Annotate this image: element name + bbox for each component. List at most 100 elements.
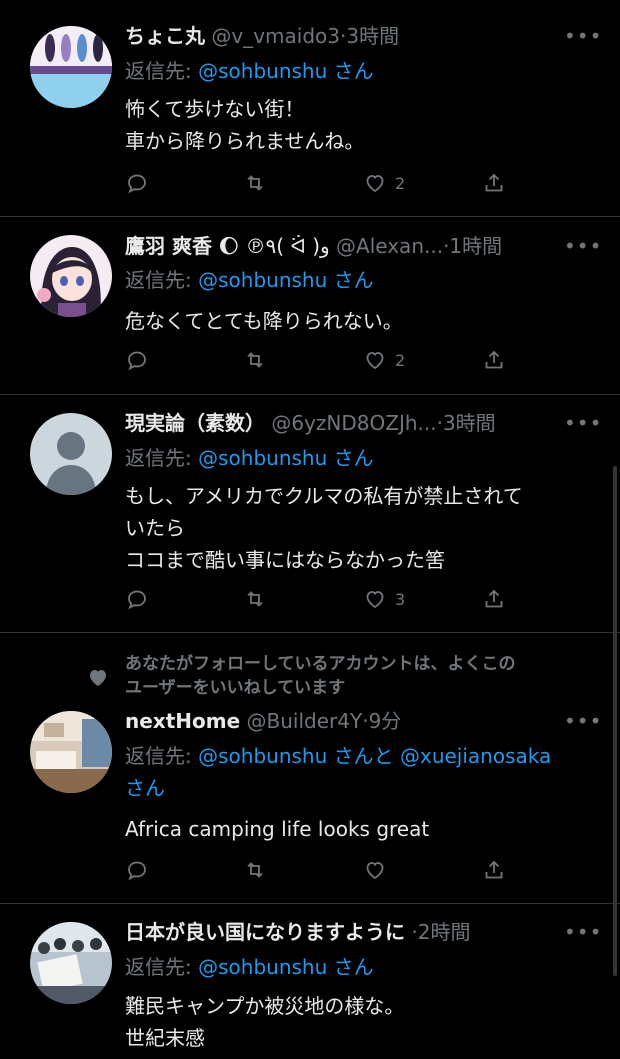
reply-button[interactable] <box>125 584 149 614</box>
display-name[interactable]: 現実論（素数） <box>125 411 265 435</box>
reply-suffix: さん <box>327 59 374 83</box>
retweet-button[interactable] <box>243 855 267 885</box>
like-button[interactable]: 2 <box>363 168 405 198</box>
timestamp[interactable]: 9分 <box>369 709 402 733</box>
timestamp[interactable]: 1時間 <box>449 234 502 258</box>
reply-button[interactable] <box>125 855 149 885</box>
like-count: 2 <box>395 350 406 370</box>
tweet-text: 怖くて歩けない街！ 車から降りられませんね。 <box>125 97 365 153</box>
user-handle[interactable]: @6yzND8OZJh... <box>271 411 436 435</box>
tweet-actions: 2 <box>125 168 525 198</box>
share-icon <box>485 173 503 192</box>
heart-outline-icon <box>366 175 384 193</box>
tweet-actions: 2 <box>125 345 525 375</box>
reply-suffix: さん <box>125 776 165 800</box>
protest-crowd-avatar-icon <box>30 922 112 1004</box>
tweet[interactable]: あなたがフォローしているアカウントは、よくこの ユーザーをいいねしています ne… <box>0 633 620 903</box>
reply-context: 返信先: @sohbunshu さん <box>125 264 590 296</box>
like-button[interactable] <box>363 855 395 885</box>
mention-link[interactable]: @sohbunshu <box>198 59 327 83</box>
reply-button[interactable] <box>125 168 149 198</box>
reply-icon <box>128 861 146 881</box>
user-handle[interactable]: @Alexan... <box>336 234 443 258</box>
reply-suffix: さん <box>327 446 374 470</box>
name-emoji-decoration: 🌔 ℗٩( ᐛ )و <box>218 234 330 258</box>
like-count: 2 <box>395 173 406 193</box>
display-name[interactable]: 鷹羽 爽香 <box>125 234 212 258</box>
retweet-button[interactable] <box>243 584 267 614</box>
interior-room-avatar-icon <box>30 711 112 793</box>
tweet-text: 危なくてとても降りられない。 <box>125 309 403 333</box>
timestamp[interactable]: 2時間 <box>418 920 471 944</box>
heart-outline-icon <box>366 591 384 609</box>
tweet[interactable]: 日本が良い国になりますように ·2時間 ••• 返信先: @sohbunshu … <box>0 904 620 1059</box>
retweet-button[interactable] <box>243 345 267 375</box>
like-count: 3 <box>395 589 406 609</box>
retweet-icon <box>247 175 263 191</box>
tweet-text: もし、アメリカでクルマの私有が禁止されて いたら ココまで酷い事にはならなかった… <box>125 484 523 572</box>
tweet-header: 現実論（素数） @6yzND8OZJh...·3時間 <box>125 409 570 437</box>
tweet[interactable]: ちょこ丸 @v_vmaido3·3時間 ••• 返信先: @sohbunshu … <box>0 0 620 216</box>
anime-girl-avatar-icon <box>30 235 112 317</box>
display-name[interactable]: ちょこ丸 <box>125 24 205 48</box>
share-button[interactable] <box>482 584 506 614</box>
reply-prefix: 返信先: <box>125 955 199 979</box>
share-button[interactable] <box>482 345 506 375</box>
reply-icon <box>128 590 146 610</box>
avatar[interactable] <box>30 413 112 495</box>
timestamp[interactable]: 3時間 <box>443 411 496 435</box>
fashion-illustration-avatar-icon <box>30 26 112 108</box>
tweet-header: 日本が良い国になりますように ·2時間 <box>125 918 570 946</box>
avatar[interactable] <box>30 26 112 108</box>
avatar[interactable] <box>30 922 112 1004</box>
scrollbar[interactable] <box>613 466 617 976</box>
mention-link[interactable]: @sohbunshu <box>198 955 327 979</box>
share-button[interactable] <box>482 168 506 198</box>
display-name[interactable]: nextHome <box>125 709 240 733</box>
display-name[interactable]: 日本が良い国になりますように <box>125 920 405 944</box>
more-options-button[interactable]: ••• <box>564 26 601 46</box>
user-handle[interactable]: @v_vmaido3 <box>211 24 340 48</box>
reply-prefix: 返信先: <box>125 446 199 470</box>
reply-prefix: 返信先: <box>125 59 199 83</box>
like-button[interactable]: 3 <box>363 584 405 614</box>
reply-prefix: 返信先: <box>125 268 199 292</box>
more-options-button[interactable]: ••• <box>564 236 601 256</box>
reply-context: 返信先: @sohbunshu さんと @xuejianosaka さん <box>125 740 590 804</box>
retweet-button[interactable] <box>243 168 267 198</box>
heart-outline-icon <box>366 862 384 880</box>
reply-button[interactable] <box>125 345 149 375</box>
user-handle[interactable]: @Builder4Y <box>247 709 363 733</box>
timestamp[interactable]: 3時間 <box>346 24 399 48</box>
share-button[interactable] <box>482 855 506 885</box>
tweet-actions <box>125 855 525 885</box>
retweet-icon <box>247 591 263 607</box>
heart-outline-icon <box>366 352 384 370</box>
more-options-button[interactable]: ••• <box>564 922 601 942</box>
tweet-header: 鷹羽 爽香 🌔 ℗٩( ᐛ )و @Alexan...·1時間 <box>125 232 570 260</box>
more-options-button[interactable]: ••• <box>564 413 601 433</box>
mention-link[interactable]: @sohbunshu <box>198 744 327 768</box>
share-icon <box>485 860 503 879</box>
social-context-text: あなたがフォローしているアカウントは、よくこの ユーザーをいいねしています <box>125 654 516 698</box>
avatar[interactable] <box>30 235 112 317</box>
reply-context: 返信先: @sohbunshu さん <box>125 55 590 87</box>
tweet[interactable]: 現実論（素数） @6yzND8OZJh...·3時間 ••• 返信先: @soh… <box>0 395 620 632</box>
share-icon <box>485 589 503 608</box>
reply-prefix: 返信先: <box>125 744 199 768</box>
reply-suffix: さん <box>327 268 374 292</box>
share-icon <box>485 350 503 369</box>
tweet[interactable]: 鷹羽 爽香 🌔 ℗٩( ᐛ )و @Alexan...·1時間 ••• 返信先:… <box>0 217 620 394</box>
default-profile-avatar-icon <box>30 413 112 495</box>
reply-mid: さんと <box>327 744 400 768</box>
like-button[interactable]: 2 <box>363 345 405 375</box>
avatar[interactable] <box>30 711 112 793</box>
tweet-header: nextHome @Builder4Y·9分 <box>125 707 570 735</box>
mention-link[interactable]: @xuejianosaka <box>400 744 551 768</box>
social-context-heart-icon <box>85 665 111 689</box>
mention-link[interactable]: @sohbunshu <box>198 268 327 292</box>
mention-link[interactable]: @sohbunshu <box>198 446 327 470</box>
tweet-text: Africa camping life looks great <box>125 817 430 841</box>
reply-icon <box>128 351 146 371</box>
more-options-button[interactable]: ••• <box>564 711 601 731</box>
